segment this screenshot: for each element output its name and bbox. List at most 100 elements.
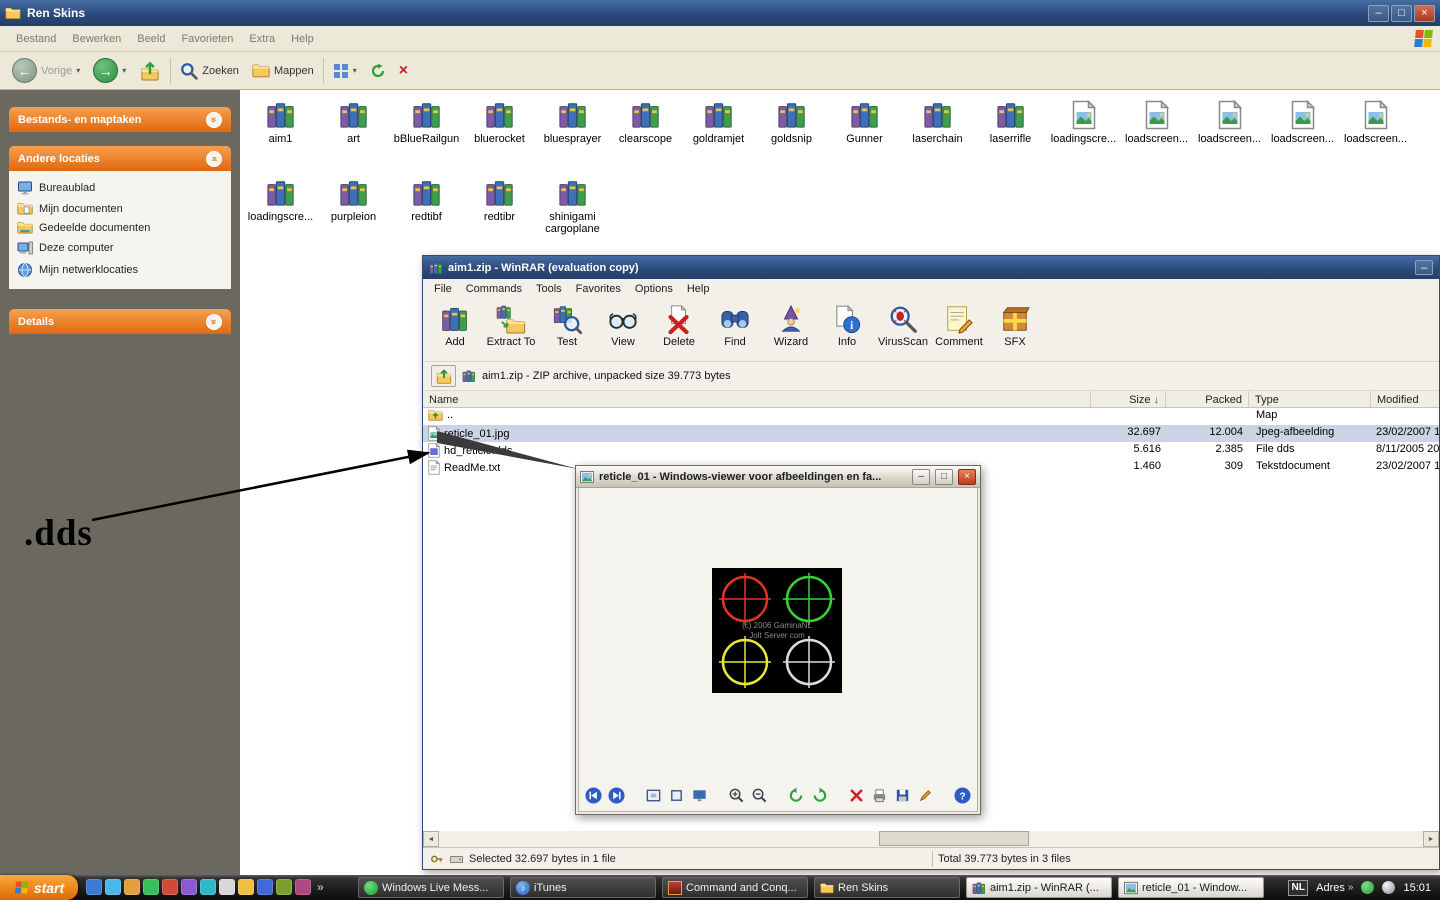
quick-launch-icon[interactable] [257, 879, 273, 895]
taskbar-button-winrar[interactable]: aim1.zip - WinRAR (... [966, 877, 1112, 898]
back-button[interactable]: ← Vorige ▾ [8, 56, 84, 85]
file-icon[interactable]: goldsnip [755, 100, 828, 145]
panel-header-details[interactable]: Details « [9, 309, 231, 334]
sidebar-item-deze-computer[interactable]: Deze computer [13, 237, 227, 259]
menu-tools[interactable]: Tools [529, 281, 569, 297]
maximize-button[interactable]: □ [935, 469, 953, 485]
next-button[interactable] [608, 786, 626, 804]
column-header-name[interactable]: Name [423, 391, 1091, 408]
rotate-clockwise-button[interactable] [811, 786, 829, 804]
horizontal-scrollbar[interactable]: ◄ ► [423, 831, 1439, 847]
menu-file[interactable]: File [427, 281, 459, 297]
menu-beeld[interactable]: Beeld [129, 30, 173, 48]
taskbar-button-game[interactable]: Command and Conq... [662, 877, 808, 898]
print-button[interactable] [871, 786, 889, 804]
overflow-chevron-icon[interactable]: » [317, 880, 324, 894]
menu-favorieten[interactable]: Favorieten [173, 30, 241, 48]
minimize-button[interactable]: – [912, 469, 930, 485]
menu-bewerken[interactable]: Bewerken [64, 30, 129, 48]
sidebar-item-mijn-netwerklocaties[interactable]: Mijn netwerklocaties [13, 259, 227, 281]
save-button[interactable] [894, 786, 912, 804]
minimize-button[interactable]: – [1368, 5, 1389, 22]
file-icon[interactable]: bluerocket [463, 100, 536, 145]
panel-header-tasks[interactable]: Bestands- en maptaken « [9, 107, 231, 132]
file-icon[interactable]: bBlueRailgun [390, 100, 463, 145]
info-button[interactable]: i Info [819, 301, 875, 359]
sidebar-item-bureaublad[interactable]: Bureaublad [13, 177, 227, 199]
actual-size-button[interactable] [668, 786, 686, 804]
edit-button[interactable] [917, 786, 935, 804]
file-icon[interactable]: Gunner [828, 100, 901, 145]
search-button[interactable]: Zoeken [176, 60, 243, 82]
quick-launch-icon[interactable] [143, 879, 159, 895]
up-button[interactable] [135, 59, 165, 83]
clock-icon[interactable] [1382, 881, 1395, 894]
wizard-button[interactable]: Wizard [763, 301, 819, 359]
quick-launch-icon[interactable] [238, 879, 254, 895]
taskbar-button-ren-skins[interactable]: Ren Skins [814, 877, 960, 898]
add-button[interactable]: Add [427, 301, 483, 359]
chevron-down-icon[interactable]: « [206, 314, 222, 330]
menu-extra[interactable]: Extra [241, 30, 283, 48]
quick-launch-icon[interactable] [181, 879, 197, 895]
scrollbar-track[interactable] [439, 831, 1423, 847]
sidebar-item-gedeelde-documenten[interactable]: Gedeelde documenten [13, 218, 227, 237]
quick-launch-icon[interactable] [295, 879, 311, 895]
quick-launch-icon[interactable] [105, 879, 121, 895]
file-icon[interactable]: loadingscre... [1047, 100, 1120, 145]
file-icon[interactable]: loadscreen... [1266, 100, 1339, 145]
column-header-type[interactable]: Type [1249, 391, 1371, 408]
file-icon[interactable]: shinigami cargoplane [536, 178, 609, 235]
menu-commands[interactable]: Commands [459, 281, 529, 297]
language-indicator[interactable]: NL [1288, 880, 1308, 896]
tray-icon[interactable] [1361, 881, 1374, 894]
quick-launch-icon[interactable] [276, 879, 292, 895]
previous-button[interactable] [585, 786, 603, 804]
file-icon[interactable]: aim1 [244, 100, 317, 145]
up-directory-button[interactable] [431, 365, 456, 387]
file-icon[interactable]: bluesprayer [536, 100, 609, 145]
file-icon[interactable]: loadscreen... [1339, 100, 1412, 145]
file-icon[interactable]: loadscreen... [1193, 100, 1266, 145]
close-button[interactable]: × [958, 469, 976, 485]
menu-favorites[interactable]: Favorites [569, 281, 628, 297]
menu-options[interactable]: Options [628, 281, 680, 297]
viewer-titlebar[interactable]: reticle_01 - Windows-viewer voor afbeeld… [576, 466, 980, 488]
maximize-button[interactable]: □ [1391, 5, 1412, 22]
delete-button[interactable]: Delete [651, 301, 707, 359]
forward-button[interactable]: → ▾ [89, 56, 130, 85]
file-icon[interactable]: redtibf [390, 178, 463, 235]
file-icon[interactable]: laserrifle [974, 100, 1047, 145]
file-icon[interactable]: goldramjet [682, 100, 755, 145]
sfx-button[interactable]: SFX [987, 301, 1043, 359]
file-row-selected[interactable]: reticle_01.jpg 32.697 12.004 Jpeg-afbeel… [423, 425, 1439, 442]
comment-button[interactable]: Comment [931, 301, 987, 359]
menu-bestand[interactable]: Bestand [8, 30, 64, 48]
quick-launch-icon[interactable] [200, 879, 216, 895]
taskbar-button-viewer[interactable]: reticle_01 - Window... [1118, 877, 1264, 898]
scrollbar-thumb[interactable] [879, 831, 1029, 846]
views-button[interactable]: ▾ [329, 61, 361, 81]
file-icon[interactable]: redtibr [463, 178, 536, 235]
scroll-left-button[interactable]: ◄ [423, 831, 439, 847]
file-icon[interactable]: loadingscre... [244, 178, 317, 235]
test-button[interactable]: Test [539, 301, 595, 359]
zoom-in-button[interactable] [728, 786, 746, 804]
address-toolbar[interactable]: Adres » [1316, 882, 1353, 894]
file-icon[interactable]: clearscope [609, 100, 682, 145]
file-icon[interactable]: laserchain [901, 100, 974, 145]
chevron-down-icon[interactable]: « [206, 112, 222, 128]
file-icon[interactable]: art [317, 100, 390, 145]
folders-button[interactable]: Mappen [248, 61, 318, 80]
close-button[interactable]: × [1414, 5, 1435, 22]
menu-help[interactable]: Help [283, 30, 322, 48]
start-button[interactable]: start [0, 875, 78, 900]
find-button[interactable]: Find [707, 301, 763, 359]
file-icon[interactable]: loadscreen... [1120, 100, 1193, 145]
winrar-titlebar[interactable]: aim1.zip - WinRAR (evaluation copy) – [423, 256, 1439, 279]
refresh-button[interactable] [366, 61, 390, 81]
help-button[interactable]: ? [954, 786, 972, 804]
chevron-up-icon[interactable]: « [206, 151, 222, 167]
quick-launch-icon[interactable] [162, 879, 178, 895]
sidebar-item-mijn-documenten[interactable]: Mijn documenten [13, 199, 227, 218]
